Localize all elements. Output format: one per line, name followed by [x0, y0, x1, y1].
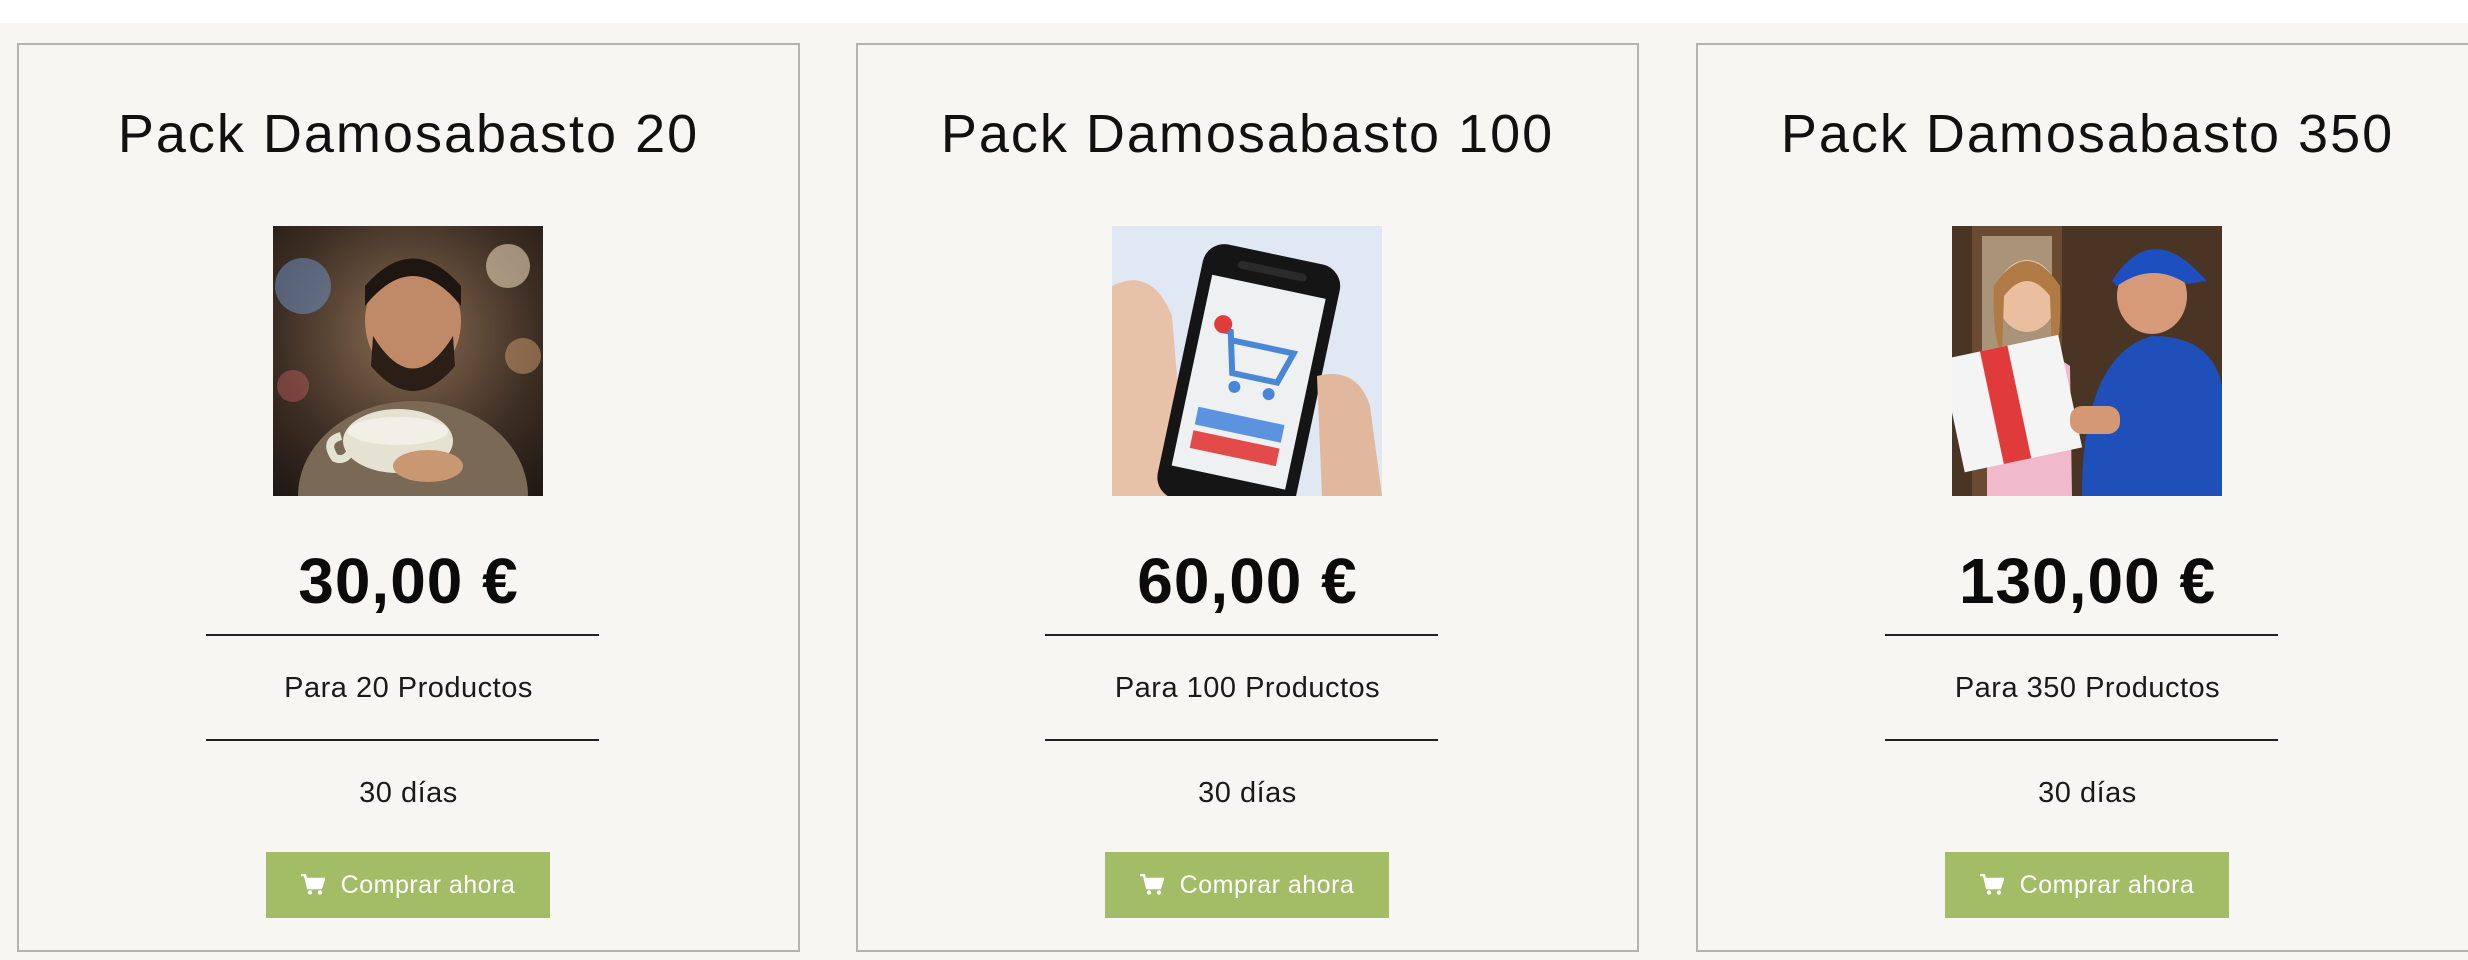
pricing-card-pack-100: Pack Damosabasto 100 60,00 € Para 100 Pr…	[856, 43, 1639, 952]
buy-now-button[interactable]: Comprar ahora	[1105, 852, 1389, 918]
plan-title: Pack Damosabasto 100	[940, 104, 1555, 164]
plan-duration: 30 días	[1198, 777, 1297, 809]
pricing-card-pack-20: Pack Damosabasto 20 30,00 € Para 20 Prod…	[17, 43, 800, 952]
buy-now-label: Comprar ahora	[1179, 870, 1355, 899]
plan-price: 130,00 €	[1958, 545, 2217, 617]
buy-now-label: Comprar ahora	[2019, 870, 2195, 899]
plan-title: Pack Damosabasto 20	[117, 104, 700, 164]
plan-product-count: Para 20 Productos	[284, 672, 533, 704]
buy-now-button[interactable]: Comprar ahora	[266, 852, 550, 918]
divider	[1885, 739, 2278, 741]
plan-product-count: Para 350 Productos	[1954, 672, 2221, 704]
plan-image-phone-cart	[1112, 226, 1382, 496]
divider	[1885, 634, 2278, 636]
pricing-card-pack-350: Pack Damosabasto 350 130,00 € Para 350 P…	[1696, 43, 2468, 952]
plan-image-barista	[273, 226, 543, 496]
divider	[206, 634, 599, 636]
plan-price: 30,00 €	[298, 545, 519, 617]
divider	[206, 739, 599, 741]
plan-title: Pack Damosabasto 350	[1780, 104, 2395, 164]
divider	[1045, 739, 1438, 741]
plan-price: 60,00 €	[1137, 545, 1358, 617]
shopping-cart-icon	[1979, 874, 2004, 896]
buy-now-button[interactable]: Comprar ahora	[1945, 852, 2229, 918]
plan-duration: 30 días	[2038, 777, 2137, 809]
shopping-cart-icon	[300, 874, 325, 896]
plan-image-delivery	[1952, 226, 2222, 496]
divider	[1045, 634, 1438, 636]
plan-duration: 30 días	[359, 777, 458, 809]
buy-now-label: Comprar ahora	[340, 870, 516, 899]
shopping-cart-icon	[1139, 874, 1164, 896]
plan-product-count: Para 100 Productos	[1114, 672, 1381, 704]
